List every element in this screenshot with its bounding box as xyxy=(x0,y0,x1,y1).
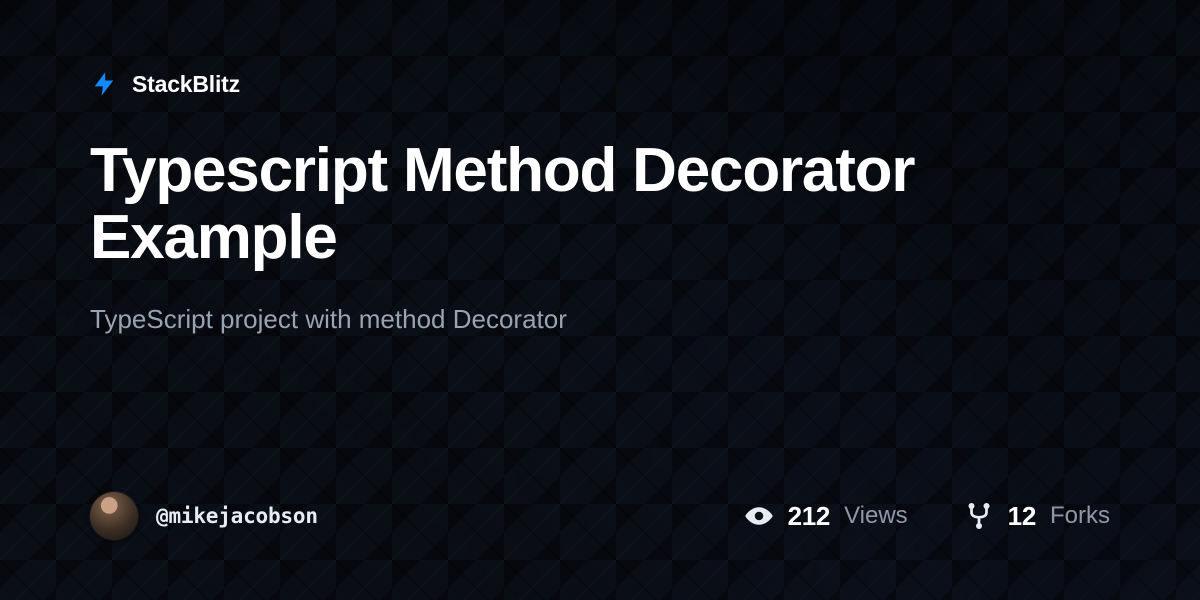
author-block[interactable]: @mikejacobson xyxy=(90,492,318,540)
bolt-icon xyxy=(90,70,118,98)
views-stat: 212 Views xyxy=(744,501,908,532)
avatar xyxy=(90,492,138,540)
eye-icon xyxy=(744,501,774,531)
stats-block: 212 Views 12 Forks xyxy=(744,501,1110,532)
fork-icon xyxy=(964,501,994,531)
views-count: 212 xyxy=(788,501,830,532)
project-card: StackBlitz Typescript Method Decorator E… xyxy=(0,0,1200,600)
forks-count: 12 xyxy=(1008,501,1036,532)
footer-row: @mikejacobson 212 Views xyxy=(90,492,1110,540)
content-area: StackBlitz Typescript Method Decorator E… xyxy=(0,0,1200,600)
project-subtitle: TypeScript project with method Decorator xyxy=(90,304,1110,335)
views-label: Views xyxy=(844,502,908,530)
forks-stat: 12 Forks xyxy=(964,501,1110,532)
brand-name: StackBlitz xyxy=(132,71,240,98)
author-handle: @mikejacobson xyxy=(156,504,318,528)
brand-row: StackBlitz xyxy=(90,70,1110,98)
project-title: Typescript Method Decorator Example xyxy=(90,138,1070,272)
forks-label: Forks xyxy=(1050,502,1110,530)
